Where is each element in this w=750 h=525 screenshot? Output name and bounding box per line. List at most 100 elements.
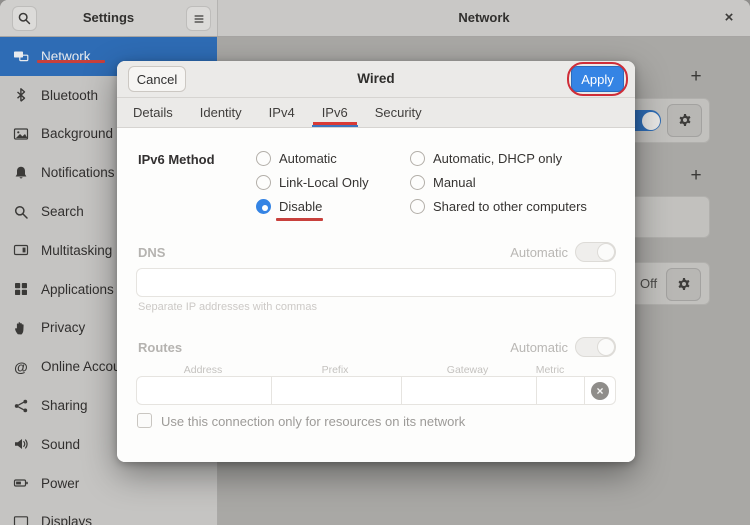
tab-security[interactable]: Security <box>375 98 422 127</box>
sidebar-item-displays[interactable]: Displays <box>0 503 217 525</box>
proxy-settings-button[interactable] <box>666 268 701 301</box>
toggle-knob <box>597 338 615 356</box>
background-icon <box>13 128 29 140</box>
active-tab-indicator <box>311 124 358 127</box>
titlebar: Settings Network × <box>0 0 750 37</box>
radio-label: Shared to other computers <box>433 199 587 214</box>
dns-automatic-toggle[interactable] <box>575 242 616 262</box>
radio-disable[interactable]: Disable <box>256 199 322 214</box>
routes-col-metric: Metric <box>535 364 565 376</box>
sharing-icon <box>14 399 28 412</box>
sidebar-item-label: Bluetooth <box>41 87 99 103</box>
dns-label: DNS <box>138 245 166 260</box>
wired-dialog: Cancel Wired Apply Details Identity IPv4… <box>117 61 635 462</box>
toggle-knob <box>641 111 660 130</box>
displays-icon <box>13 516 29 525</box>
radio-label: Disable <box>279 199 323 214</box>
power-icon <box>13 479 28 487</box>
titlebar-left: Settings <box>0 0 218 36</box>
apply-label: Apply <box>581 71 614 87</box>
routes-automatic-label: Automatic <box>510 340 568 355</box>
dialog-content: IPv6 Method Automatic Link-Local Only Di… <box>117 128 635 462</box>
bluetooth-icon <box>17 88 26 102</box>
dialog-tabbar: Details Identity IPv4 IPv6 Security <box>117 98 635 128</box>
radio-circle <box>256 151 271 166</box>
sidebar-item-label: Applications <box>41 281 114 297</box>
radio-automatic-dhcp-only[interactable]: Automatic, DHCP only <box>410 151 562 166</box>
settings-window: Settings Network × Network Bluetooth Bac… <box>0 0 750 525</box>
footer-checkbox-row[interactable]: Use this connection only for resources o… <box>117 413 635 433</box>
routes-col-prefix: Prefix <box>321 364 349 376</box>
routes-automatic-toggle[interactable] <box>575 337 616 357</box>
radio-label: Automatic <box>279 151 337 166</box>
tab-ipv6-label: IPv6 <box>321 105 348 120</box>
toggle-knob <box>597 243 615 261</box>
radio-label: Manual <box>433 175 476 190</box>
multitasking-icon <box>13 245 29 256</box>
annotation-network-underline <box>37 60 105 63</box>
routes-col-address: Address <box>183 364 223 376</box>
radio-circle <box>410 199 425 214</box>
gear-icon <box>678 278 689 290</box>
radio-circle <box>410 175 425 190</box>
privacy-icon <box>15 322 24 335</box>
radio-shared-to-other-computers[interactable]: Shared to other computers <box>410 199 587 214</box>
sidebar-item-label: Multitasking <box>41 242 113 258</box>
radio-label: Automatic, DHCP only <box>433 151 563 166</box>
route-gateway-input[interactable] <box>401 377 536 404</box>
sidebar-item-label: Privacy <box>41 320 86 336</box>
tab-ipv6[interactable]: IPv6 <box>311 98 358 127</box>
route-address-input[interactable] <box>137 377 271 404</box>
titlebar-right: Network × <box>218 0 750 36</box>
applications-icon <box>15 283 27 296</box>
dns-automatic-label: Automatic <box>510 245 568 260</box>
checkbox-label: Use this connection only for resources o… <box>161 414 466 429</box>
sidebar-item-label: Power <box>41 475 80 491</box>
radio-link-local-only[interactable]: Link-Local Only <box>256 175 369 190</box>
notifications-icon <box>15 166 27 179</box>
route-prefix-input[interactable] <box>271 377 401 404</box>
close-icon[interactable]: × <box>720 9 738 26</box>
tab-details[interactable]: Details <box>133 98 173 127</box>
checkbox[interactable] <box>137 413 152 428</box>
delete-icon: × <box>596 383 604 398</box>
radio-label: Link-Local Only <box>279 175 369 190</box>
menu-button[interactable] <box>186 6 211 31</box>
route-delete-button[interactable]: × <box>591 381 609 400</box>
dialog-header: Cancel Wired Apply <box>117 61 635 98</box>
add-connection-button[interactable]: + <box>686 66 706 88</box>
radio-circle-checked <box>256 199 271 214</box>
routes-row: × <box>136 376 616 405</box>
wired-settings-button[interactable] <box>667 104 702 137</box>
dns-helper-text: Separate IP addresses with commas <box>138 301 317 313</box>
panel-title: Network <box>458 10 510 25</box>
sidebar-item-power[interactable]: Power <box>0 464 217 503</box>
sidebar-item-label: Background <box>41 126 114 142</box>
routes-label: Routes <box>138 340 183 355</box>
tab-identity[interactable]: Identity <box>200 98 242 127</box>
radio-automatic[interactable]: Automatic <box>256 151 337 166</box>
sidebar-item-label: Sharing <box>41 398 88 414</box>
hamburger-icon <box>194 14 203 23</box>
routes-col-gateway: Gateway <box>446 364 489 376</box>
gear-icon <box>679 114 690 126</box>
radio-manual[interactable]: Manual <box>410 175 476 190</box>
radio-circle <box>256 175 271 190</box>
tab-ipv4[interactable]: IPv4 <box>269 98 295 127</box>
ipv6-method-label: IPv6 Method <box>138 152 215 167</box>
online-accounts-icon: @ <box>14 358 28 375</box>
annotation-disable-underline <box>276 218 323 221</box>
annotation-ipv6-underline <box>312 121 357 125</box>
apply-button[interactable]: Apply <box>567 62 628 96</box>
sound-icon <box>15 439 28 450</box>
add-vpn-button[interactable]: + <box>686 165 706 187</box>
dns-input[interactable] <box>136 268 616 297</box>
cell-divider <box>584 377 585 404</box>
dialog-title: Wired <box>357 71 395 86</box>
search-icon <box>14 205 28 219</box>
network-icon <box>14 51 29 62</box>
proxy-status: Off <box>640 276 658 291</box>
sidebar-item-label: Search <box>41 204 84 220</box>
window-title: Settings <box>82 10 135 25</box>
route-metric-input[interactable] <box>536 377 584 404</box>
